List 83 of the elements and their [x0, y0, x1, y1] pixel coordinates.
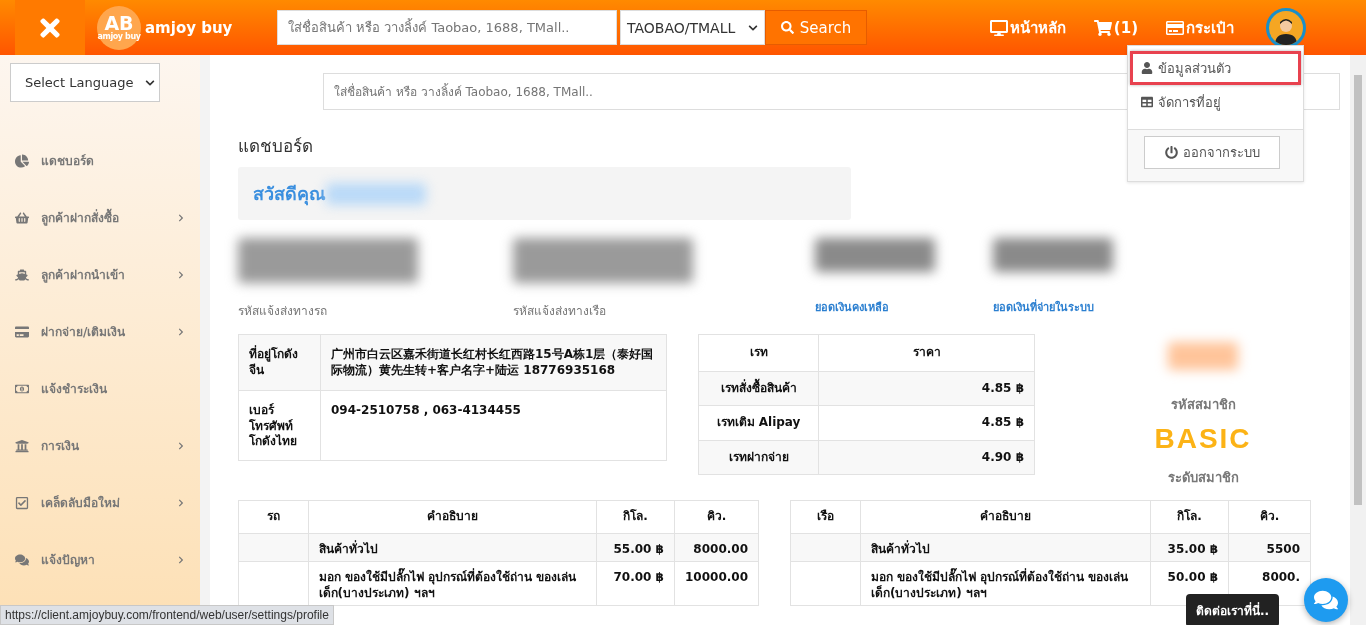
column-header: คิว.	[674, 500, 759, 534]
monitor-icon	[989, 18, 1008, 37]
logout-button[interactable]: ออกจากระบบ	[1144, 136, 1280, 169]
table-cell: ที่อยู่โกดังจีน	[238, 334, 321, 391]
table-cell: เรทสั่งซื้อสินค้า	[698, 371, 819, 406]
status-url: https://client.amjoybuy.com/frontend/web/user/settings/profile	[0, 605, 334, 625]
column-header: คิว.	[1228, 500, 1311, 534]
logo-icon: AB amjoy buy	[97, 5, 141, 50]
table-cell: 5500	[1228, 533, 1311, 562]
table-cell: เรทเติม Alipay	[698, 405, 819, 441]
checkbox-icon	[15, 495, 29, 510]
sidebar-item[interactable]: แจ้งชำระเงิน	[10, 360, 190, 417]
pie-chart-icon	[15, 153, 29, 168]
caret-icon	[145, 77, 155, 88]
card-icon	[15, 324, 29, 339]
column-header: กิโล.	[1150, 500, 1229, 534]
greeting-text: สวัสดีคุณ	[253, 182, 326, 208]
table-cell: 55.00 ฿	[596, 533, 675, 562]
chat-tooltip: ติดต่อเราที่นี่..	[1186, 594, 1280, 625]
page-title: แดชบอร์ด	[238, 135, 313, 158]
table-cell: เบอร์โทรศัพท์โกดังไทย	[238, 390, 321, 461]
column-header: คำอธิบาย	[308, 500, 597, 534]
stat-label: รหัสแจ้งส่งทางรถ	[238, 303, 328, 320]
card-icon	[1166, 18, 1184, 37]
stat-label: ยอดเงินที่จ่ายในระบบ	[993, 298, 1095, 316]
logo-text: amjoy buy	[145, 18, 233, 37]
member-level: BASIC	[1154, 423, 1252, 455]
table-cell: 094-2510758 , 063-4134455	[320, 390, 667, 461]
table-cell: สินค้าทั่วไป	[308, 533, 597, 562]
nav-link[interactable]: (1)	[1093, 18, 1138, 37]
scrollbar-thumb[interactable]	[1354, 75, 1362, 505]
table-cell: 4.85 ฿	[818, 405, 1035, 441]
column-header: รถ	[238, 500, 309, 534]
member-code-label: รหัสสมาชิก	[1170, 396, 1236, 414]
sidebar-item[interactable]: ฝากจ่าย/เติมเงิน	[10, 303, 190, 360]
ship-icon	[15, 267, 29, 282]
person-icon	[1273, 16, 1299, 45]
bank-icon	[15, 438, 29, 453]
column-header: เรือ	[790, 500, 861, 534]
avatar[interactable]	[1266, 7, 1306, 48]
table-cell: 4.85 ฿	[818, 371, 1035, 406]
table-cell: 广州市白云区嘉禾街道长红村长红西路15号A栋1层（泰好国际物流）黄先生转+客户名字+陆运 18776935168	[320, 334, 667, 391]
search-field[interactable]: ใส่ชื่อสินค้า หรือ วางลิ้งค์ Taobao, 1688, TMall..	[277, 10, 617, 45]
caret-icon	[748, 22, 758, 33]
sidebar-item[interactable]: แดชบอร์ด	[10, 132, 190, 189]
sidebar-item[interactable]: ลูกค้าฝากสั่งซื้อ	[10, 189, 190, 246]
table-cell: มอก ของใช้มีปลั๊กไฟ อุปกรณ์ที่ต้องใช้ถ่าน ของเล่นเด็ก(บางประเภท) ฯลฯ	[860, 561, 1151, 606]
table-cell: 70.00 ฿	[596, 561, 675, 606]
user-icon	[1141, 62, 1153, 74]
redacted-value	[1168, 342, 1238, 370]
column-header: คำอธิบาย	[860, 500, 1151, 534]
basket-icon	[15, 210, 29, 225]
language-select[interactable]: Select Language	[10, 63, 160, 102]
sidebar-item[interactable]: เคล็ดลับมือใหม่	[10, 474, 190, 531]
chat-button[interactable]	[1304, 578, 1348, 622]
stat-label: ยอดเงินคงเหลือ	[815, 300, 890, 316]
power-icon	[1164, 146, 1178, 159]
chat-icon	[15, 552, 29, 567]
member-level-label: ระดับสมาชิก	[1167, 469, 1239, 487]
table-cell: 35.00 ฿	[1150, 533, 1229, 562]
cart-icon	[1093, 18, 1112, 37]
sidebar-item[interactable]: ลูกค้าฝากนำเข้า	[10, 246, 190, 303]
search-button[interactable]: Search	[765, 10, 867, 45]
sidebar-item[interactable]: แจ้งปัญหา	[10, 531, 190, 588]
table-cell: มอก ของใช้มีปลั๊กไฟ อุปกรณ์ที่ต้องใช้ถ่าน ของเล่นเด็ก(บางประเภท) ฯลฯ	[308, 561, 597, 606]
nav-link[interactable]: กระเป๋า	[1166, 15, 1234, 40]
stat-label: รหัสแจ้งส่งทางเรือ	[513, 303, 607, 320]
table-cell: เรทฝากจ่าย	[698, 440, 819, 475]
sidebar-item[interactable]: การเงิน	[10, 417, 190, 474]
column-header: กิโล.	[596, 500, 675, 534]
column-header: เรท	[698, 334, 819, 372]
table-cell: 8000.00	[674, 533, 759, 562]
grid-icon	[1141, 96, 1153, 108]
source-select[interactable]: TAOBAO/TMALL	[620, 10, 765, 45]
table-cell: 10000.00	[674, 561, 759, 606]
close-button[interactable]	[15, 0, 85, 55]
table-cell: สินค้าทั่วไป	[860, 533, 1151, 562]
menu-item[interactable]: ข้อมูลส่วนตัว	[1130, 51, 1301, 85]
nav-link[interactable]: หน้าหลัก	[989, 15, 1066, 40]
column-header: ราคา	[818, 334, 1035, 372]
chat-icon	[1314, 588, 1338, 612]
table-cell: 4.90 ฿	[818, 440, 1035, 475]
search-icon	[780, 21, 794, 34]
